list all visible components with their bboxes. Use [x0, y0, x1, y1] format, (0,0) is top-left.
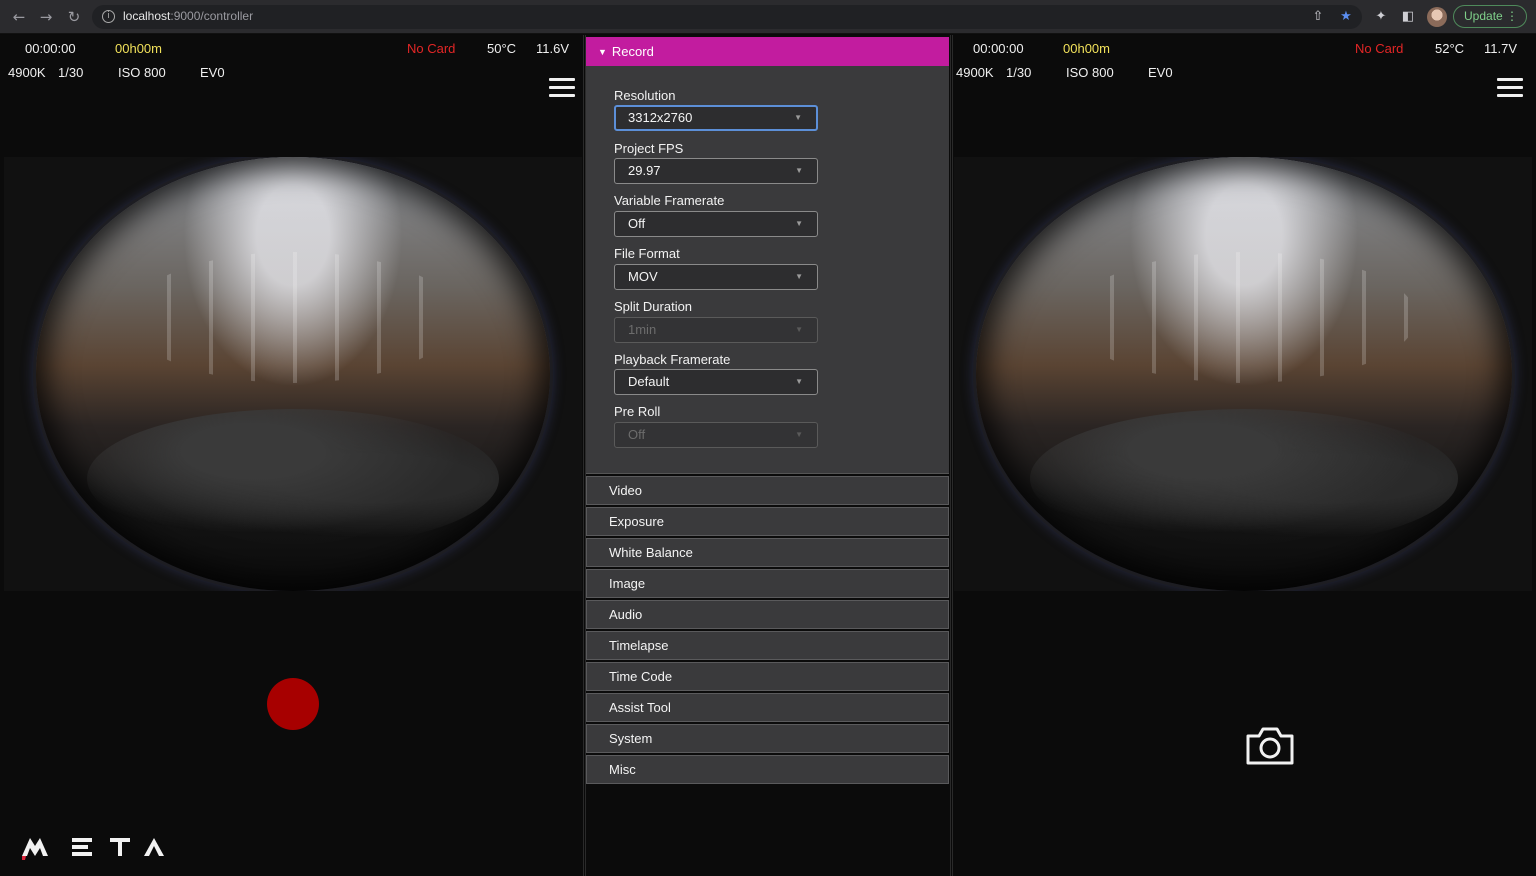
chevron-down-icon: ▼ [794, 113, 802, 122]
playback-framerate-label: Playback Framerate [614, 352, 731, 367]
left-iso: ISO 800 [118, 65, 166, 80]
left-card-status: No Card [407, 41, 456, 56]
extensions-icon[interactable]: ✦ [1372, 8, 1390, 26]
section-exposure[interactable]: Exposure [586, 507, 949, 536]
record-button[interactable] [267, 678, 319, 730]
left-white-balance: 4900K [8, 65, 46, 80]
right-iso: ISO 800 [1066, 65, 1114, 80]
right-timecode: 00:00:00 [973, 41, 1024, 56]
right-card-status: No Card [1355, 41, 1404, 56]
address-bar[interactable]: i localhost:9000/controller [92, 5, 1362, 29]
record-section-header[interactable]: ▼ Record [586, 37, 949, 66]
right-fisheye-image [976, 157, 1512, 591]
project-fps-label: Project FPS [614, 141, 684, 156]
right-menu-hamburger-icon[interactable] [1497, 78, 1523, 98]
sidebar-icon[interactable]: ◧ [1399, 8, 1417, 26]
section-white-balance[interactable]: White Balance [586, 538, 949, 567]
section-image[interactable]: Image [586, 569, 949, 598]
forward-arrow-icon[interactable]: → [37, 8, 55, 26]
right-remaining-time: 00h00m [1063, 41, 1110, 56]
split-duration-select: 1min ▼ [614, 317, 818, 343]
chevron-down-icon: ▼ [795, 166, 803, 175]
file-format-label: File Format [614, 246, 680, 261]
left-ev: EV0 [200, 65, 225, 80]
variable-framerate-select[interactable]: Off ▼ [614, 211, 818, 237]
section-time-code[interactable]: Time Code [586, 662, 949, 691]
chevron-down-icon: ▼ [795, 325, 803, 334]
right-live-preview [954, 157, 1532, 591]
bookmark-star-icon[interactable]: ★ [1337, 8, 1355, 26]
left-menu-hamburger-icon[interactable] [549, 78, 575, 98]
split-duration-label: Split Duration [614, 299, 693, 314]
right-shutter: 1/30 [1006, 65, 1032, 80]
pre-roll-label: Pre Roll [614, 404, 661, 419]
section-timelapse[interactable]: Timelapse [586, 631, 949, 660]
chevron-down-icon: ▼ [795, 377, 803, 386]
left-remaining-time: 00h00m [115, 41, 162, 56]
profile-avatar[interactable] [1427, 7, 1447, 27]
right-white-balance: 4900K [956, 65, 994, 80]
chevron-down-icon: ▼ [795, 430, 803, 439]
pre-roll-select: Off ▼ [614, 422, 818, 448]
right-voltage: 11.7V [1484, 41, 1518, 56]
share-icon[interactable]: ⇧ [1309, 8, 1327, 26]
left-shutter: 1/30 [58, 65, 84, 80]
right-ev: EV0 [1148, 65, 1173, 80]
file-format-select[interactable]: MOV ▼ [614, 264, 818, 290]
right-temperature: 52°C [1435, 41, 1465, 56]
section-system[interactable]: System [586, 724, 949, 753]
section-audio[interactable]: Audio [586, 600, 949, 629]
project-fps-select[interactable]: 29.97 ▼ [614, 158, 818, 184]
variable-framerate-label: Variable Framerate [614, 193, 725, 208]
section-misc[interactable]: Misc [586, 755, 949, 784]
url-text: localhost:9000/controller [123, 9, 254, 23]
info-icon[interactable]: i [102, 10, 115, 23]
section-video[interactable]: Video [586, 476, 949, 505]
reload-icon[interactable]: ↻ [65, 8, 83, 26]
chevron-down-icon: ▼ [795, 219, 803, 228]
section-assist-tool[interactable]: Assist Tool [586, 693, 949, 722]
back-arrow-icon[interactable]: ← [10, 8, 28, 26]
left-live-preview [4, 157, 582, 591]
resolution-select[interactable]: 3312x2760 ▼ [614, 105, 818, 131]
chevron-down-icon: ▼ [795, 272, 803, 281]
left-fisheye-image [36, 157, 550, 591]
browser-toolbar: ← → ↻ i localhost:9000/controller ⇧ ★ ✦ … [0, 0, 1536, 34]
left-temperature: 50°C [487, 41, 517, 56]
resolution-label: Resolution [614, 88, 676, 103]
left-timecode: 00:00:00 [25, 41, 76, 56]
left-voltage: 11.6V [536, 41, 570, 56]
caret-down-icon: ▼ [598, 47, 607, 57]
update-button[interactable]: Update ⋮ [1453, 5, 1527, 28]
meta-logo [22, 838, 164, 860]
camera-icon[interactable] [1245, 726, 1295, 766]
playback-framerate-select[interactable]: Default ▼ [614, 369, 818, 395]
